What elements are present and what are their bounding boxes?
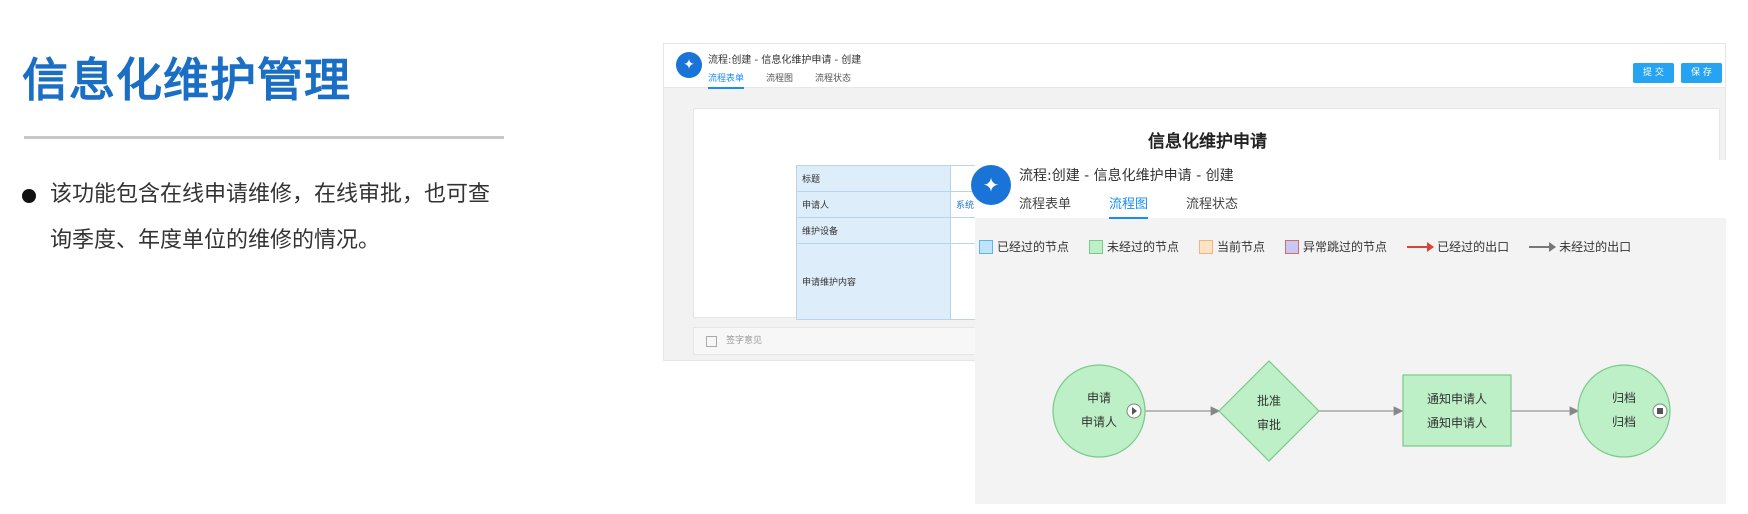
feature-bullet: 该功能包含在线申请维修，在线审批，也可查 询季度、年度单位的维修的情况。 — [22, 172, 562, 264]
app-logo-icon: ✦ — [676, 52, 702, 78]
edit-icon — [706, 336, 717, 347]
tab-flow-chart[interactable]: 流程图 — [766, 71, 793, 89]
signature-label: 签字意见 — [726, 336, 763, 346]
form-window-title: 流程:创建 - 信息化维护申请 - 创建 — [708, 55, 862, 66]
slide-page: 信息化维护管理 该功能包含在线申请维修，在线审批，也可查 询季度、年度单位的维修… — [0, 0, 1748, 514]
node-actor: 申请人 — [1080, 415, 1117, 429]
flow-chart-window-screenshot: ✦ 流程:创建 - 信息化维护申请 - 创建 流程表单 流程图 流程状态 已经过… — [971, 160, 1726, 504]
node-actor: 通知申请人 — [1426, 416, 1487, 430]
title-divider — [24, 136, 504, 139]
flow-diagram — [1052, 360, 1671, 462]
tab-flow-status[interactable]: 流程状态 — [815, 71, 851, 89]
tab-flow-form[interactable]: 流程表单 — [708, 71, 745, 89]
submit-button[interactable]: 提 交 — [1633, 63, 1674, 83]
form-document-title: 信息化维护申请 — [1148, 132, 1267, 152]
bullet-line-2: 询季度、年度单位的维修的情况。 — [50, 228, 381, 253]
node-archive-label: 归档 归档 — [1586, 386, 1662, 434]
bullet-dot-icon — [22, 189, 36, 203]
node-name: 批准 — [1256, 394, 1281, 408]
node-name: 通知申请人 — [1426, 392, 1487, 406]
node-apply-label: 申请 申请人 — [1061, 386, 1137, 434]
slide-title: 信息化维护管理 — [22, 53, 351, 107]
field-label-device: 维护设备 — [796, 217, 951, 244]
form-window-header: ✦ 流程:创建 - 信息化维护申请 - 创建 流程表单 流程图 流程状态 提 交… — [664, 44, 1725, 89]
node-actor: 归档 — [1611, 415, 1636, 429]
field-label-title: 标题 — [796, 165, 951, 192]
bullet-line-1: 该功能包含在线申请维修，在线审批，也可查 — [50, 182, 491, 207]
field-label-content: 申请维护内容 — [796, 243, 951, 320]
node-notify-label: 通知申请人 通知申请人 — [1403, 387, 1511, 435]
node-approve-label: 批准 审批 — [1231, 389, 1307, 437]
form-window-tabs: 流程表单 流程图 流程状态 — [708, 71, 851, 89]
node-name: 归档 — [1611, 391, 1636, 405]
save-button[interactable]: 保 存 — [1681, 63, 1722, 83]
node-actor: 审批 — [1256, 418, 1281, 432]
node-name: 申请 — [1086, 391, 1111, 405]
field-label-applicant: 申请人 — [796, 191, 951, 218]
